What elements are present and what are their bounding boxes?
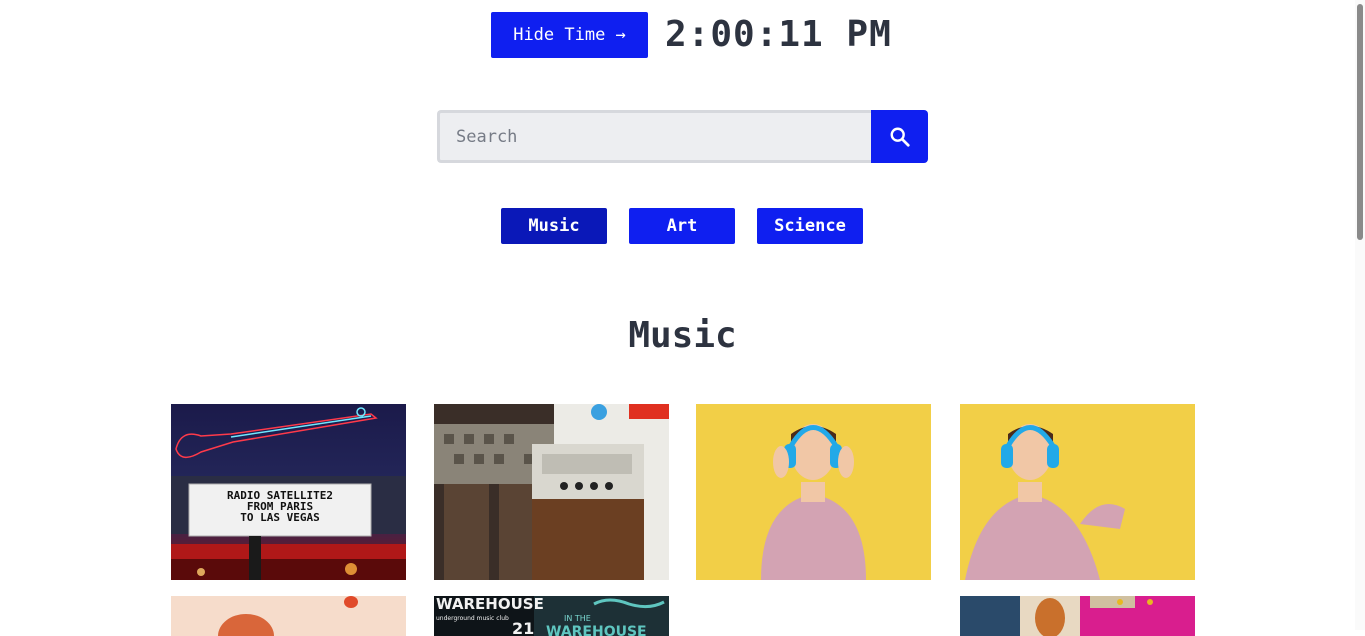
marquee-line-3: TO LAS VEGAS (240, 511, 319, 524)
category-science-button[interactable]: Science (757, 208, 863, 244)
scrollbar-thumb[interactable] (1357, 4, 1363, 240)
warehouse-title: WAREHOUSE (436, 596, 544, 613)
vintage-radio-legs-image[interactable] (434, 404, 669, 580)
balloon-image[interactable] (171, 596, 406, 636)
clock-display: 2:00:11 PM (665, 14, 892, 55)
category-art-button[interactable]: Art (629, 208, 735, 244)
warehouse-word: WAREHOUSE (546, 624, 647, 636)
warehouse-subtitle: underground music club (436, 615, 509, 622)
warehouse-poster-image[interactable]: WAREHOUSE underground music club 21 IN T… (434, 596, 669, 636)
header-bar: Hide Time → (491, 12, 648, 58)
hide-time-button[interactable]: Hide Time → (491, 12, 648, 58)
search-icon (890, 127, 910, 147)
warehouse-in-the: IN THE (564, 614, 591, 623)
warehouse-number: 21 (512, 619, 534, 636)
empty-tile (696, 596, 931, 636)
neon-guitar-marquee-image[interactable]: RADIO SATELLITE2 FROM PARIS TO LAS VEGAS (171, 404, 406, 580)
colorful-art-image[interactable] (960, 596, 1195, 636)
category-music-button[interactable]: Music (501, 208, 607, 244)
search-bar (437, 110, 928, 163)
boy-headphones-image[interactable] (696, 404, 931, 580)
search-button[interactable] (871, 110, 928, 163)
search-input[interactable] (437, 110, 871, 163)
scrollbar-track[interactable] (1355, 0, 1365, 630)
section-title: Music (628, 315, 737, 356)
boy-headphones-image-2[interactable] (960, 404, 1195, 580)
